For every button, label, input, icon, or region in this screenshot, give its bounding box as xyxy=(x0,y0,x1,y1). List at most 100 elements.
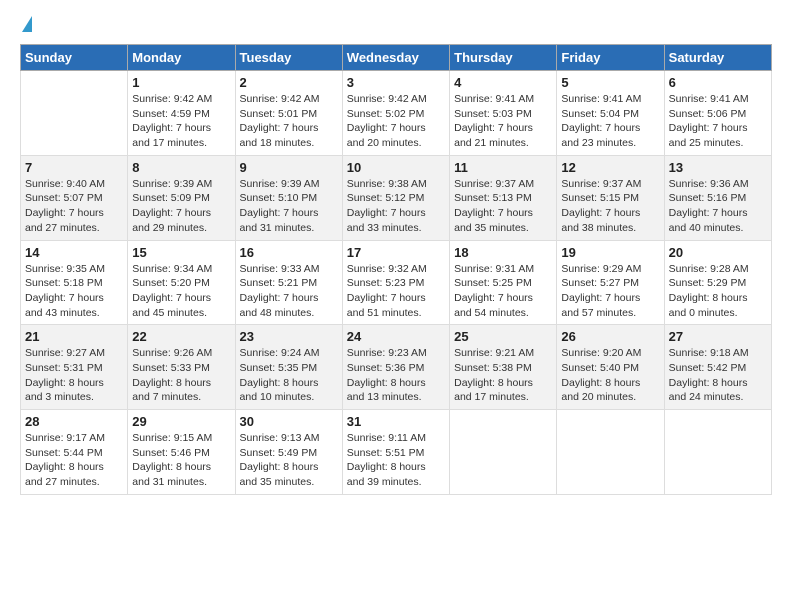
calendar-cell: 19 Sunrise: 9:29 AMSunset: 5:27 PMDayligh… xyxy=(557,240,664,325)
weekday-header-saturday: Saturday xyxy=(664,45,771,71)
calendar-week-2: 7 Sunrise: 9:40 AMSunset: 5:07 PMDaylight… xyxy=(21,155,772,240)
cell-info: Sunrise: 9:40 AMSunset: 5:07 PMDaylight:… xyxy=(25,177,123,236)
cell-info: Sunrise: 9:18 AMSunset: 5:42 PMDaylight:… xyxy=(669,346,767,405)
day-number: 14 xyxy=(25,245,123,260)
cell-info: Sunrise: 9:32 AMSunset: 5:23 PMDaylight:… xyxy=(347,262,445,321)
calendar-cell: 27 Sunrise: 9:18 AMSunset: 5:42 PMDayligh… xyxy=(664,325,771,410)
cell-info: Sunrise: 9:29 AMSunset: 5:27 PMDaylight:… xyxy=(561,262,659,321)
calendar-cell: 17Sunrise: 9:32 AMSunset: 5:23 PMDayligh… xyxy=(342,240,449,325)
day-number: 10 xyxy=(347,160,445,175)
day-number: 9 xyxy=(240,160,338,175)
calendar-cell: 4Sunrise: 9:41 AMSunset: 5:03 PMDaylight… xyxy=(450,71,557,156)
cell-info: Sunrise: 9:39 AMSunset: 5:09 PMDaylight:… xyxy=(132,177,230,236)
day-number: 7 xyxy=(25,160,123,175)
cell-info: Sunrise: 9:11 AMSunset: 5:51 PMDaylight:… xyxy=(347,431,445,490)
cell-info: Sunrise: 9:37 AMSunset: 5:15 PMDaylight:… xyxy=(561,177,659,236)
day-number: 4 xyxy=(454,75,552,90)
logo xyxy=(20,16,32,34)
calendar-cell: 14 Sunrise: 9:35 AMSunset: 5:18 PMDayligh… xyxy=(21,240,128,325)
calendar-cell: 15 Sunrise: 9:34 AMSunset: 5:20 PMDayligh… xyxy=(128,240,235,325)
day-number: 21 xyxy=(25,329,123,344)
cell-info: Sunrise: 9:26 AMSunset: 5:33 PMDaylight:… xyxy=(132,346,230,405)
cell-info: Sunrise: 9:20 AMSunset: 5:40 PMDaylight:… xyxy=(561,346,659,405)
calendar-cell: 11Sunrise: 9:37 AMSunset: 5:13 PMDayligh… xyxy=(450,155,557,240)
cell-info: Sunrise: 9:38 AMSunset: 5:12 PMDaylight:… xyxy=(347,177,445,236)
calendar-cell: 21 Sunrise: 9:27 AMSunset: 5:31 PMDayligh… xyxy=(21,325,128,410)
calendar-cell: 16 Sunrise: 9:33 AMSunset: 5:21 PMDayligh… xyxy=(235,240,342,325)
calendar-cell: 8 Sunrise: 9:39 AMSunset: 5:09 PMDaylight… xyxy=(128,155,235,240)
calendar-cell: 18 Sunrise: 9:31 AMSunset: 5:25 PMDayligh… xyxy=(450,240,557,325)
day-number: 2 xyxy=(240,75,338,90)
day-number: 19 xyxy=(561,245,659,260)
calendar-cell xyxy=(450,410,557,495)
calendar-cell xyxy=(664,410,771,495)
page-header xyxy=(20,16,772,34)
logo-triangle-icon xyxy=(22,16,32,32)
calendar-cell xyxy=(557,410,664,495)
calendar-cell: 25 Sunrise: 9:21 AMSunset: 5:38 PMDayligh… xyxy=(450,325,557,410)
cell-info: Sunrise: 9:31 AMSunset: 5:25 PMDaylight:… xyxy=(454,262,552,321)
cell-info: Sunrise: 9:15 AMSunset: 5:46 PMDaylight:… xyxy=(132,431,230,490)
cell-info: Sunrise: 9:28 AMSunset: 5:29 PMDaylight:… xyxy=(669,262,767,321)
calendar-cell: 30Sunrise: 9:13 AMSunset: 5:49 PMDayligh… xyxy=(235,410,342,495)
day-number: 3 xyxy=(347,75,445,90)
cell-info: Sunrise: 9:13 AMSunset: 5:49 PMDaylight:… xyxy=(240,431,338,490)
cell-info: Sunrise: 9:24 AMSunset: 5:35 PMDaylight:… xyxy=(240,346,338,405)
cell-info: Sunrise: 9:41 AMSunset: 5:06 PMDaylight:… xyxy=(669,92,767,151)
day-number: 28 xyxy=(25,414,123,429)
weekday-header-wednesday: Wednesday xyxy=(342,45,449,71)
calendar-cell: 10 Sunrise: 9:38 AMSunset: 5:12 PMDayligh… xyxy=(342,155,449,240)
calendar-cell: 7 Sunrise: 9:40 AMSunset: 5:07 PMDaylight… xyxy=(21,155,128,240)
day-number: 22 xyxy=(132,329,230,344)
cell-info: Sunrise: 9:36 AMSunset: 5:16 PMDaylight:… xyxy=(669,177,767,236)
day-number: 11 xyxy=(454,160,552,175)
day-number: 23 xyxy=(240,329,338,344)
calendar-week-4: 21 Sunrise: 9:27 AMSunset: 5:31 PMDayligh… xyxy=(21,325,772,410)
day-number: 20 xyxy=(669,245,767,260)
calendar-cell: 24 Sunrise: 9:23 AMSunset: 5:36 PMDayligh… xyxy=(342,325,449,410)
calendar-cell: 23 Sunrise: 9:24 AMSunset: 5:35 PMDayligh… xyxy=(235,325,342,410)
cell-info: Sunrise: 9:33 AMSunset: 5:21 PMDaylight:… xyxy=(240,262,338,321)
cell-info: Sunrise: 9:42 AMSunset: 5:01 PMDaylight:… xyxy=(240,92,338,151)
weekday-header-friday: Friday xyxy=(557,45,664,71)
calendar-cell: 31Sunrise: 9:11 AMSunset: 5:51 PMDayligh… xyxy=(342,410,449,495)
day-number: 18 xyxy=(454,245,552,260)
day-number: 16 xyxy=(240,245,338,260)
cell-info: Sunrise: 9:39 AMSunset: 5:10 PMDaylight:… xyxy=(240,177,338,236)
cell-info: Sunrise: 9:23 AMSunset: 5:36 PMDaylight:… xyxy=(347,346,445,405)
cell-info: Sunrise: 9:34 AMSunset: 5:20 PMDaylight:… xyxy=(132,262,230,321)
calendar-cell: 9 Sunrise: 9:39 AMSunset: 5:10 PMDaylight… xyxy=(235,155,342,240)
calendar-cell: 22 Sunrise: 9:26 AMSunset: 5:33 PMDayligh… xyxy=(128,325,235,410)
day-number: 27 xyxy=(669,329,767,344)
calendar-cell: 28 Sunrise: 9:17 AMSunset: 5:44 PMDayligh… xyxy=(21,410,128,495)
day-number: 13 xyxy=(669,160,767,175)
day-number: 12 xyxy=(561,160,659,175)
calendar-cell: 20 Sunrise: 9:28 AMSunset: 5:29 PMDayligh… xyxy=(664,240,771,325)
cell-info: Sunrise: 9:21 AMSunset: 5:38 PMDaylight:… xyxy=(454,346,552,405)
calendar-week-5: 28 Sunrise: 9:17 AMSunset: 5:44 PMDayligh… xyxy=(21,410,772,495)
cell-info: Sunrise: 9:42 AMSunset: 5:02 PMDaylight:… xyxy=(347,92,445,151)
weekday-header-sunday: Sunday xyxy=(21,45,128,71)
day-number: 5 xyxy=(561,75,659,90)
cell-info: Sunrise: 9:17 AMSunset: 5:44 PMDaylight:… xyxy=(25,431,123,490)
cell-info: Sunrise: 9:35 AMSunset: 5:18 PMDaylight:… xyxy=(25,262,123,321)
calendar-cell: 29 Sunrise: 9:15 AMSunset: 5:46 PMDayligh… xyxy=(128,410,235,495)
calendar-cell: 3 Sunrise: 9:42 AMSunset: 5:02 PMDaylight… xyxy=(342,71,449,156)
day-number: 29 xyxy=(132,414,230,429)
day-number: 8 xyxy=(132,160,230,175)
calendar-cell: 1Sunrise: 9:42 AMSunset: 4:59 PMDaylight… xyxy=(128,71,235,156)
calendar-cell: 6Sunrise: 9:41 AMSunset: 5:06 PMDaylight… xyxy=(664,71,771,156)
weekday-header-thursday: Thursday xyxy=(450,45,557,71)
day-number: 1 xyxy=(132,75,230,90)
calendar-cell: 5Sunrise: 9:41 AMSunset: 5:04 PMDaylight… xyxy=(557,71,664,156)
weekday-header-monday: Monday xyxy=(128,45,235,71)
day-number: 15 xyxy=(132,245,230,260)
calendar-cell: 26 Sunrise: 9:20 AMSunset: 5:40 PMDayligh… xyxy=(557,325,664,410)
calendar-cell: 13 Sunrise: 9:36 AMSunset: 5:16 PMDayligh… xyxy=(664,155,771,240)
calendar-cell xyxy=(21,71,128,156)
day-number: 24 xyxy=(347,329,445,344)
day-number: 26 xyxy=(561,329,659,344)
day-number: 25 xyxy=(454,329,552,344)
calendar-table: SundayMondayTuesdayWednesdayThursdayFrid… xyxy=(20,44,772,495)
cell-info: Sunrise: 9:27 AMSunset: 5:31 PMDaylight:… xyxy=(25,346,123,405)
